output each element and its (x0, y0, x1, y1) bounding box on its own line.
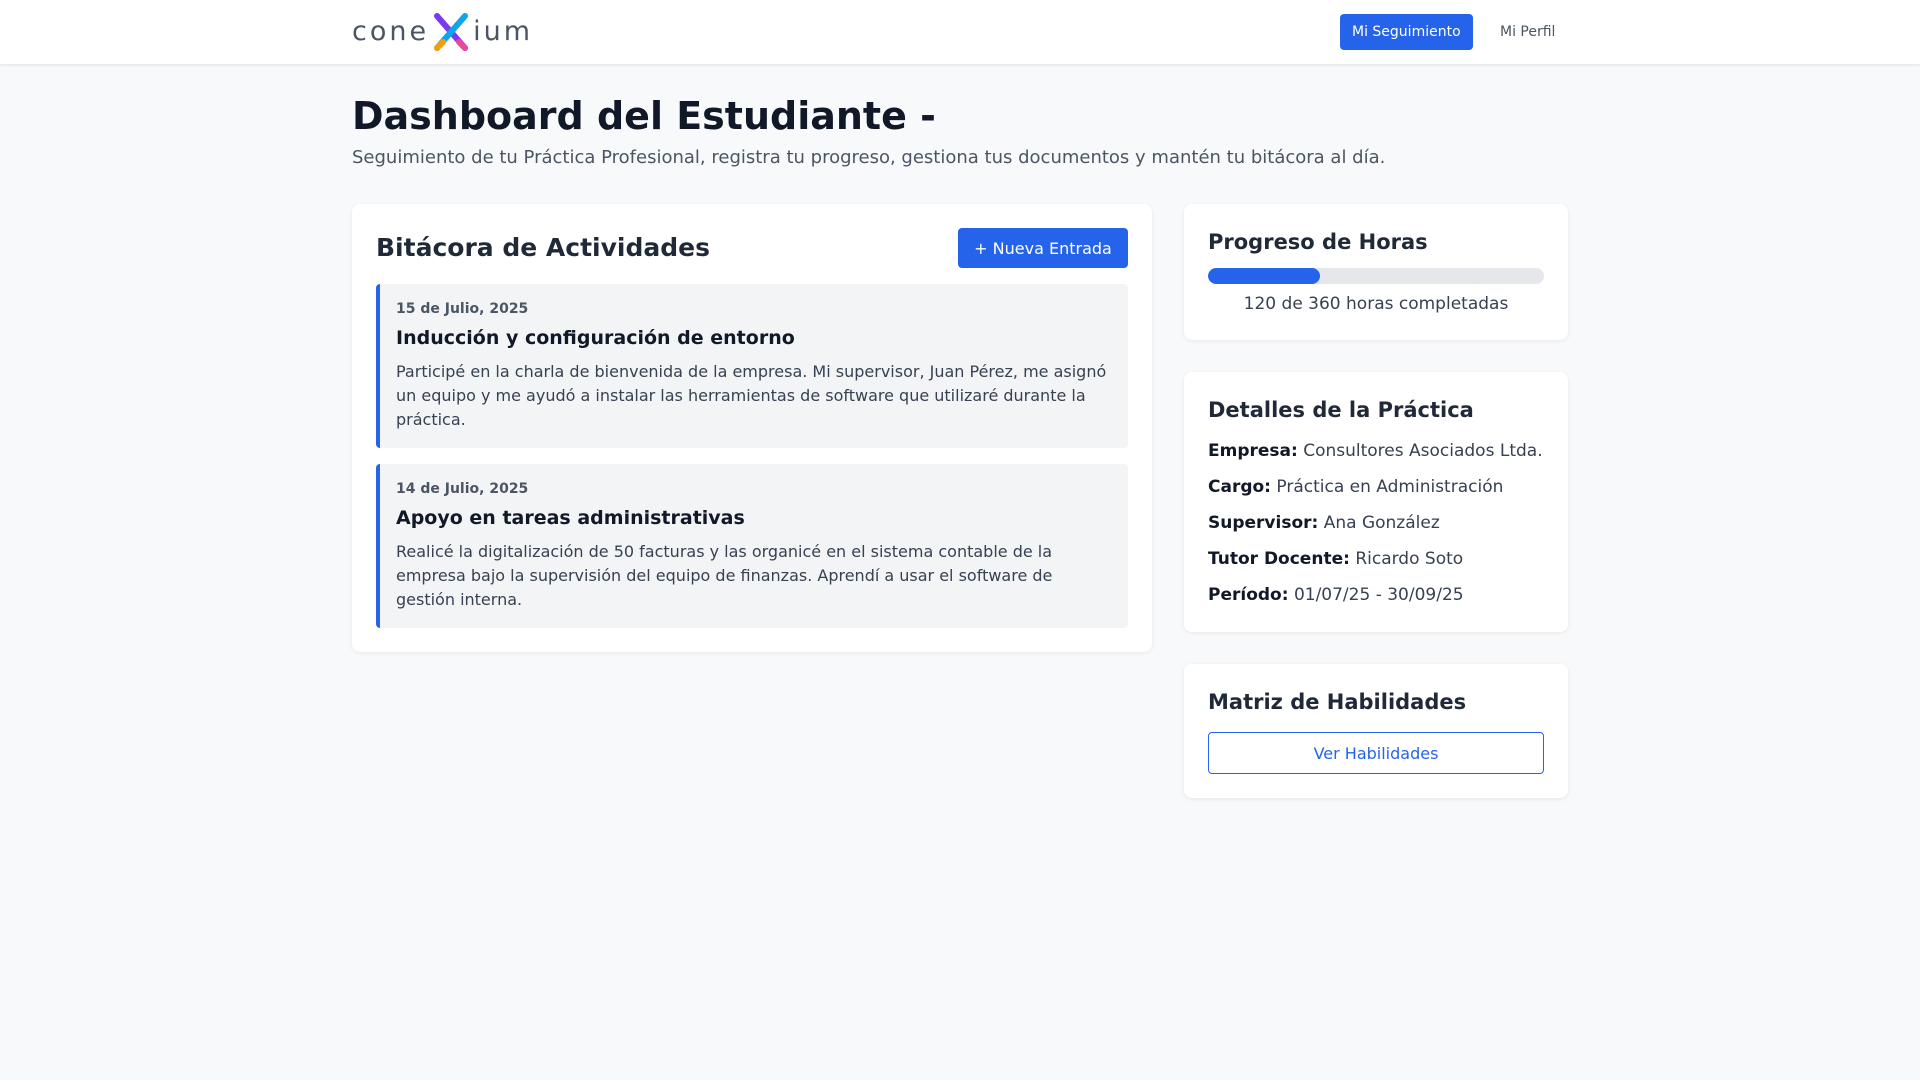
hours-progress-bar (1208, 268, 1544, 284)
hours-progress-card: Progreso de Horas 120 de 360 horas compl… (1184, 204, 1568, 340)
detail-row-periodo: Período: 01/07/25 - 30/09/25 (1208, 583, 1464, 607)
skills-matrix-card: Matriz de Habilidades Ver Habilidades (1184, 664, 1568, 798)
log-entry-date: 14 de Julio, 2025 (396, 481, 529, 497)
logo-text-right: ium (473, 16, 534, 47)
log-entry-title: Apoyo en tareas administrativas (396, 507, 745, 529)
detail-value: Consultores Asociados Ltda. (1303, 441, 1543, 461)
hours-progress-title: Progreso de Horas (1208, 230, 1428, 254)
nav-mi-seguimiento-button[interactable]: Mi Seguimiento (1340, 14, 1473, 50)
detail-row-tutor: Tutor Docente: Ricardo Soto (1208, 547, 1463, 571)
page-title: Dashboard del Estudiante - (352, 94, 936, 138)
detail-row-supervisor: Supervisor: Ana González (1208, 511, 1440, 535)
detail-label: Supervisor: (1208, 513, 1319, 533)
skills-matrix-title: Matriz de Habilidades (1208, 690, 1467, 714)
log-entry[interactable]: 15 de Julio, 2025 Inducción y configurac… (376, 284, 1128, 448)
detail-value: Ana González (1323, 513, 1440, 533)
detail-value: Práctica en Administración (1276, 477, 1504, 497)
log-entry-text: Participé en la charla de bienvenida de … (396, 362, 1107, 429)
detail-row-empresa: Empresa: Consultores Asociados Ltda. (1208, 439, 1543, 463)
hours-progress-text: 120 de 360 horas completadas (1243, 294, 1509, 314)
logo-text-left: cone (352, 16, 430, 47)
log-entry-text: Realicé la digitalización de 50 facturas… (396, 542, 1053, 609)
detail-label: Período: (1208, 585, 1289, 605)
detail-value: Ricardo Soto (1355, 549, 1464, 569)
hours-progress-fill (1208, 268, 1320, 284)
top-navbar: cone ium Mi Seguimiento Mi Perfil (0, 0, 1920, 64)
new-entry-button[interactable]: + Nueva Entrada (958, 228, 1128, 268)
detail-label: Empresa: (1208, 441, 1298, 461)
page-subtitle: Seguimiento de tu Práctica Profesional, … (352, 147, 1386, 168)
nav-mi-perfil-link[interactable]: Mi Perfil (1490, 14, 1565, 50)
log-entry-date: 15 de Julio, 2025 (396, 301, 529, 317)
logo-x-mark-icon (434, 13, 469, 51)
activity-log-card: Bitácora de Actividades + Nueva Entrada … (352, 204, 1152, 652)
detail-label: Cargo: (1208, 477, 1271, 497)
log-entry-title: Inducción y configuración de entorno (396, 327, 795, 349)
log-entry[interactable]: 14 de Julio, 2025 Apoyo en tareas admini… (376, 464, 1128, 628)
view-skills-button[interactable]: Ver Habilidades (1208, 732, 1544, 774)
practice-details-title: Detalles de la Práctica (1208, 398, 1474, 422)
detail-row-cargo: Cargo: Práctica en Administración (1208, 475, 1503, 499)
practice-details-card: Detalles de la Práctica Empresa: Consult… (1184, 372, 1568, 632)
conexium-logo[interactable]: cone ium (352, 12, 533, 52)
detail-label: Tutor Docente: (1208, 549, 1350, 569)
activity-log-title: Bitácora de Actividades (376, 233, 710, 262)
detail-value: 01/07/25 - 30/09/25 (1293, 585, 1464, 605)
